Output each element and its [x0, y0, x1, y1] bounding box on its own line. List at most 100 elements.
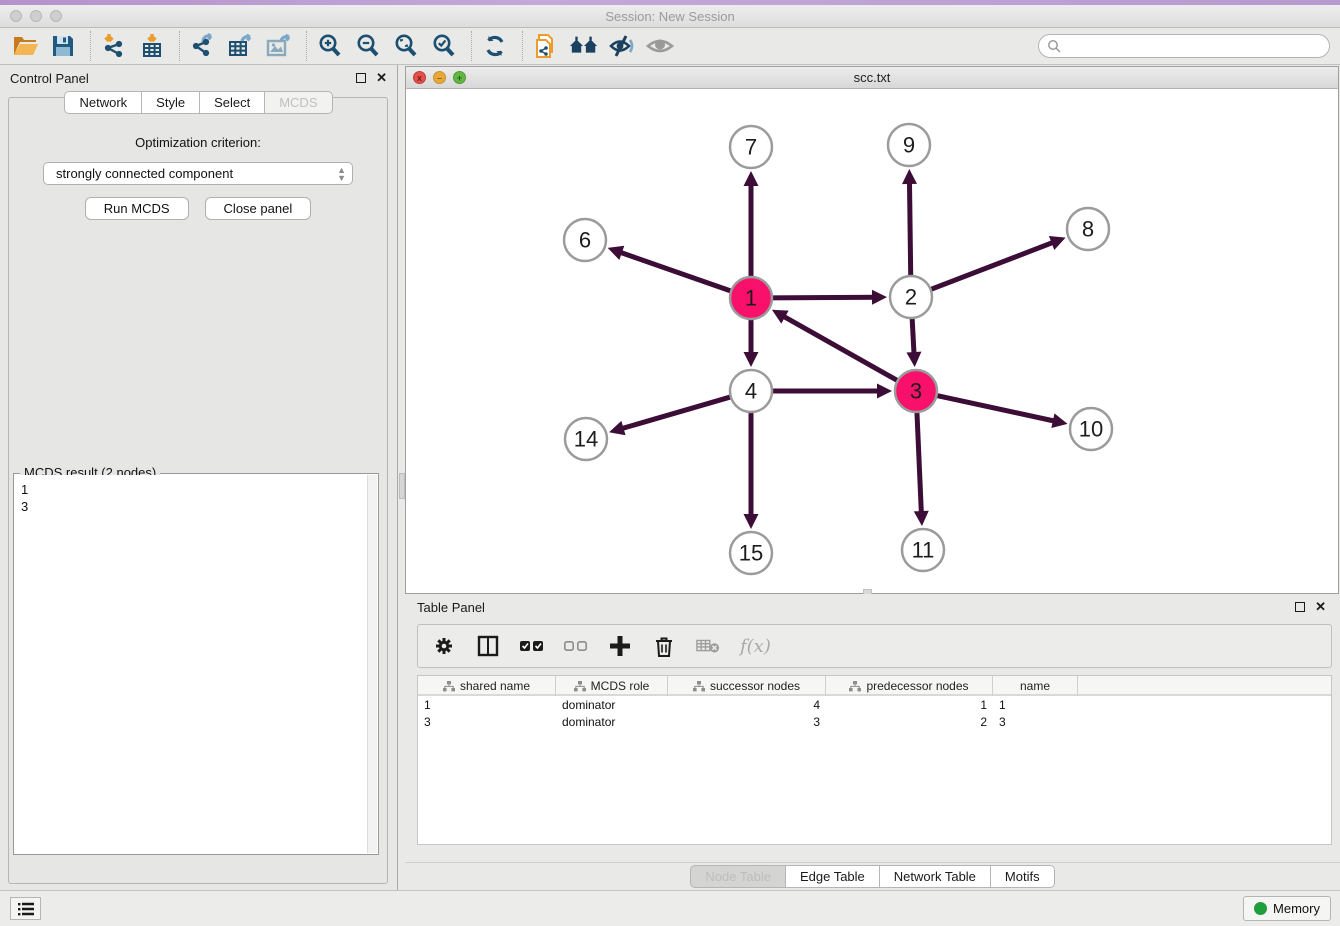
export-image-icon[interactable]: [264, 31, 294, 61]
vertical-splitter[interactable]: [397, 65, 405, 890]
delete-table-icon[interactable]: [696, 634, 720, 658]
table-cell[interactable]: 1: [826, 698, 993, 712]
mcds-result-text[interactable]: 1 3: [15, 475, 367, 853]
graph-node-label-15: 15: [739, 541, 763, 566]
toolbar-separator: [522, 31, 523, 61]
task-history-button[interactable]: [10, 897, 41, 920]
graph-arrowhead: [877, 384, 892, 399]
graph-edge-3-1[interactable]: [780, 314, 900, 381]
save-session-icon[interactable]: [48, 31, 78, 61]
optimization-criterion-dropdown[interactable]: strongly connected component ▲▼: [43, 162, 353, 185]
mcds-result-group: MCDS result (2 nodes) 1 3: [13, 473, 379, 855]
table-cell[interactable]: 3: [418, 715, 556, 729]
chevron-updown-icon: ▲▼: [337, 166, 346, 182]
table-row[interactable]: 3dominator323: [418, 713, 1331, 730]
tab-network-table[interactable]: Network Table: [880, 865, 991, 888]
tab-select[interactable]: Select: [200, 91, 265, 114]
table-cell[interactable]: 1: [993, 698, 1078, 712]
column-header-shared-name[interactable]: shared name: [418, 676, 556, 696]
function-builder-icon[interactable]: f(x): [740, 634, 771, 658]
table-toolbar: f(x): [417, 624, 1332, 668]
table-panel-header: Table Panel ✕: [405, 594, 1340, 620]
graph-arrowhead: [902, 169, 917, 184]
table-panel-title: Table Panel: [417, 600, 485, 615]
export-table-icon[interactable]: [226, 31, 256, 61]
close-table-panel-icon[interactable]: ✕: [1315, 602, 1326, 612]
graph-edge-2-9[interactable]: [909, 178, 910, 278]
refresh-layout-icon[interactable]: [480, 31, 510, 61]
table-cell[interactable]: 2: [826, 715, 993, 729]
tab-motifs[interactable]: Motifs: [991, 865, 1055, 888]
graph-node-label-7: 7: [745, 135, 757, 160]
network-canvas[interactable]: 7968124314101511: [406, 89, 1338, 593]
table-cell[interactable]: 1: [418, 698, 556, 712]
main-toolbar: [0, 28, 1340, 65]
memory-status-icon: [1254, 902, 1267, 915]
table-cell[interactable]: 3: [668, 715, 826, 729]
table-cell[interactable]: dominator: [556, 715, 668, 729]
graph-edge-1-6[interactable]: [616, 251, 733, 292]
column-header-successor-nodes[interactable]: successor nodes: [668, 676, 826, 696]
status-bar: Memory: [0, 890, 1340, 926]
hide-eye-icon[interactable]: [607, 31, 637, 61]
graph-edge-2-8[interactable]: [929, 241, 1057, 290]
close-panel-icon[interactable]: ✕: [376, 73, 387, 83]
table-settings-gear-icon[interactable]: [432, 634, 456, 658]
zoom-fit-icon[interactable]: [391, 31, 421, 61]
copy-network-icon[interactable]: [531, 31, 561, 61]
zoom-out-icon[interactable]: [353, 31, 383, 61]
deselect-all-icon[interactable]: [564, 634, 588, 658]
node-table-body: 1dominator4113dominator323: [418, 696, 1331, 730]
graph-edge-3-11[interactable]: [917, 410, 922, 517]
tab-network[interactable]: Network: [64, 91, 142, 114]
column-selector-icon[interactable]: [476, 634, 500, 658]
open-file-icon[interactable]: [10, 31, 40, 61]
control-panel: Control Panel ✕ Network Style Select MCD…: [0, 65, 397, 890]
float-table-panel-icon[interactable]: [1295, 602, 1305, 612]
column-header-MCDS-role[interactable]: MCDS role: [556, 676, 668, 696]
table-cell[interactable]: 4: [668, 698, 826, 712]
search-input[interactable]: [1061, 39, 1329, 54]
select-all-icon[interactable]: [520, 634, 544, 658]
dropdown-value: strongly connected component: [56, 166, 233, 181]
tab-style[interactable]: Style: [142, 91, 200, 114]
add-column-icon[interactable]: [608, 634, 632, 658]
graph-edge-2-3[interactable]: [912, 316, 914, 358]
table-cell[interactable]: 3: [993, 715, 1078, 729]
table-cell[interactable]: dominator: [556, 698, 668, 712]
tab-node-table[interactable]: Node Table: [690, 865, 786, 888]
tab-mcds[interactable]: MCDS: [265, 91, 332, 114]
zoom-selected-icon[interactable]: [429, 31, 459, 61]
column-header-name[interactable]: name: [993, 676, 1078, 696]
graph-node-label-2: 2: [905, 285, 917, 310]
graph-edge-4-14[interactable]: [618, 396, 733, 429]
home-networks-icon[interactable]: [569, 31, 599, 61]
tab-edge-table[interactable]: Edge Table: [786, 865, 880, 888]
graph-edge-3-10[interactable]: [935, 395, 1059, 422]
graph-edge-1-2[interactable]: [770, 297, 878, 298]
optimization-criterion-label: Optimization criterion:: [9, 135, 387, 150]
memory-button[interactable]: Memory: [1243, 896, 1331, 921]
graph-node-label-11: 11: [912, 538, 935, 563]
graph-arrowhead: [744, 514, 759, 529]
graph-node-label-1: 1: [745, 286, 757, 311]
table-row[interactable]: 1dominator411: [418, 696, 1331, 713]
show-eye-icon[interactable]: [645, 31, 675, 61]
search-field[interactable]: [1038, 34, 1330, 58]
delete-column-icon[interactable]: [652, 634, 676, 658]
close-panel-button[interactable]: Close panel: [205, 197, 312, 220]
import-network-icon[interactable]: [99, 31, 129, 61]
float-panel-icon[interactable]: [356, 73, 366, 83]
graph-arrowhead: [914, 511, 929, 526]
mcds-result-scrollbar[interactable]: [367, 475, 377, 853]
zoom-in-icon[interactable]: [315, 31, 345, 61]
run-mcds-button[interactable]: Run MCDS: [85, 197, 189, 220]
graph-node-label-14: 14: [574, 427, 598, 452]
toolbar-separator: [471, 31, 472, 61]
export-network-icon[interactable]: [188, 31, 218, 61]
memory-label: Memory: [1273, 901, 1320, 916]
network-window-titlebar[interactable]: x – + scc.txt: [406, 67, 1338, 89]
import-table-icon[interactable]: [137, 31, 167, 61]
column-header-predecessor-nodes[interactable]: predecessor nodes: [826, 676, 993, 696]
node-table[interactable]: shared nameMCDS rolesuccessor nodesprede…: [417, 675, 1332, 845]
